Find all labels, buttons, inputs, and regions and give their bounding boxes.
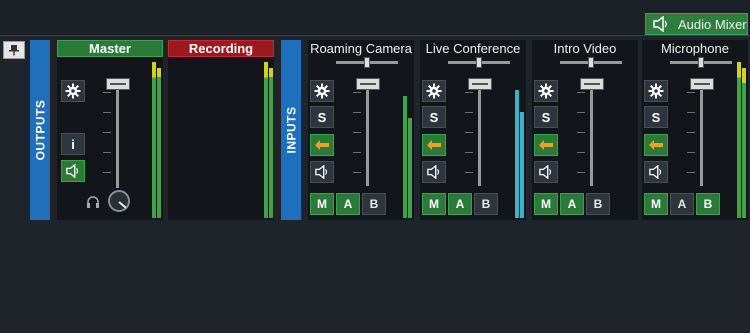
solo-button[interactable]: S	[422, 106, 446, 128]
speaker-icon	[315, 165, 328, 179]
mute-button[interactable]	[534, 161, 558, 183]
balance-handle[interactable]	[588, 57, 594, 68]
bus-b-button[interactable]: B	[696, 193, 720, 215]
solo-button[interactable]: S	[310, 106, 334, 128]
master-settings-button[interactable]	[61, 80, 85, 102]
master-title: Master	[57, 40, 163, 57]
bus-a-button[interactable]: A	[670, 193, 694, 215]
outputs-section-label: OUTPUTS	[30, 40, 50, 220]
level-meter	[515, 90, 519, 218]
speaker-icon	[649, 165, 662, 179]
balance-slider[interactable]	[670, 57, 732, 68]
arrow-left-icon	[427, 140, 441, 150]
bus-m-button[interactable]: M	[422, 193, 446, 215]
master-level-meter-left	[152, 62, 156, 218]
bus-m-button[interactable]: M	[310, 193, 334, 215]
balance-slider[interactable]	[336, 57, 398, 68]
gear-icon	[426, 83, 442, 99]
master-volume-fader[interactable]	[106, 78, 130, 90]
recording-level-meter-left	[264, 62, 268, 218]
balance-handle[interactable]	[364, 57, 370, 68]
bus-a-button[interactable]: A	[336, 193, 360, 215]
bus-m-button[interactable]: M	[534, 193, 558, 215]
master-mute-button[interactable]	[61, 160, 85, 182]
pin-icon	[9, 45, 19, 56]
input-strip: Live Conference S M A B	[420, 40, 526, 220]
volume-fader[interactable]	[468, 78, 492, 90]
input-settings-button[interactable]	[422, 80, 446, 102]
volume-fader[interactable]	[690, 78, 714, 90]
pin-button[interactable]	[3, 41, 25, 59]
recording-strip: Recording	[168, 40, 274, 220]
master-strip: Master i	[57, 40, 163, 220]
fader-track	[366, 78, 369, 186]
input-name: Roaming Camera	[308, 40, 414, 57]
input-strip: Microphone S M A B	[642, 40, 748, 220]
speaker-icon	[427, 165, 440, 179]
inputs-section-label: INPUTS	[281, 40, 301, 220]
recording-title: Recording	[168, 40, 274, 57]
level-meter	[408, 118, 412, 218]
mute-button[interactable]	[644, 161, 668, 183]
input-strip: Intro Video S M A B	[532, 40, 638, 220]
master-level-meter-right	[157, 68, 161, 218]
audio-mixer-tab[interactable]: Audio Mixer	[645, 13, 748, 35]
bus-a-button[interactable]: A	[560, 193, 584, 215]
input-name: Live Conference	[420, 40, 526, 57]
bus-b-button[interactable]: B	[474, 193, 498, 215]
route-button[interactable]	[644, 134, 668, 156]
level-meter	[520, 112, 524, 218]
gear-icon	[65, 83, 81, 99]
input-settings-button[interactable]	[534, 80, 558, 102]
route-button[interactable]	[422, 134, 446, 156]
headphone-volume-knob[interactable]	[108, 190, 130, 212]
master-info-button[interactable]: i	[61, 133, 85, 155]
speaker-icon	[539, 165, 552, 179]
audio-mixer-tab-label: Audio Mixer	[678, 16, 747, 32]
level-meter	[742, 68, 746, 218]
input-strip: Roaming Camera S M A B	[308, 40, 414, 220]
bus-b-button[interactable]: B	[586, 193, 610, 215]
balance-slider[interactable]	[560, 57, 622, 68]
bus-a-button[interactable]: A	[448, 193, 472, 215]
mute-button[interactable]	[422, 161, 446, 183]
gear-icon	[538, 83, 554, 99]
recording-level-meter-right	[269, 68, 273, 218]
solo-button[interactable]: S	[644, 106, 668, 128]
level-meter	[403, 96, 407, 218]
balance-handle[interactable]	[698, 57, 704, 68]
volume-fader[interactable]	[580, 78, 604, 90]
bus-b-button[interactable]: B	[362, 193, 386, 215]
headphones-icon	[87, 196, 99, 208]
speaker-icon	[66, 164, 79, 178]
mute-button[interactable]	[310, 161, 334, 183]
master-fader-track	[116, 78, 119, 188]
volume-fader[interactable]	[356, 78, 380, 90]
route-button[interactable]	[534, 134, 558, 156]
arrow-left-icon	[315, 140, 329, 150]
input-settings-button[interactable]	[644, 80, 668, 102]
gear-icon	[314, 83, 330, 99]
route-button[interactable]	[310, 134, 334, 156]
arrow-left-icon	[539, 140, 553, 150]
speaker-icon	[653, 16, 667, 32]
fader-track	[478, 78, 481, 186]
arrow-left-icon	[649, 140, 663, 150]
solo-button[interactable]: S	[534, 106, 558, 128]
input-name: Intro Video	[532, 40, 638, 57]
top-bar: Audio Mixer	[0, 0, 750, 36]
fader-track	[700, 78, 703, 186]
input-settings-button[interactable]	[310, 80, 334, 102]
gear-icon	[648, 83, 664, 99]
fader-track	[590, 78, 593, 186]
balance-slider[interactable]	[448, 57, 510, 68]
level-meter	[737, 62, 741, 218]
bus-m-button[interactable]: M	[644, 193, 668, 215]
input-name: Microphone	[642, 40, 748, 57]
balance-handle[interactable]	[476, 57, 482, 68]
